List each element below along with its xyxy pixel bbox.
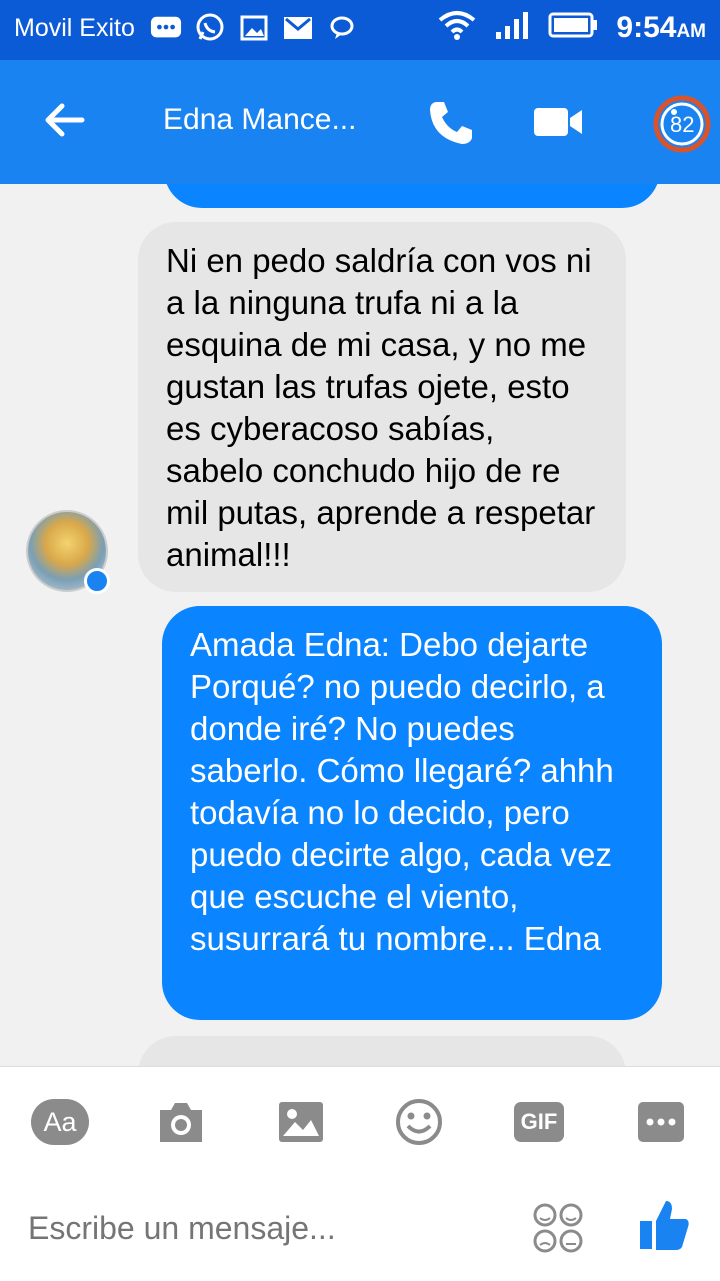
text-format-button[interactable]: Aa bbox=[30, 1097, 90, 1147]
composer-toolbar: Aa GIF bbox=[0, 1066, 720, 1281]
clock: 9:54AM bbox=[616, 11, 706, 45]
messenger-badge-icon bbox=[84, 568, 110, 594]
video-call-icon[interactable] bbox=[532, 100, 584, 144]
outgoing-message-bubble[interactable]: Amada Edna: Debo dejarte Porqué? no pued… bbox=[162, 606, 662, 1020]
gif-label: GIF bbox=[520, 1109, 558, 1134]
battery-icon bbox=[548, 12, 598, 43]
thumbs-up-icon[interactable] bbox=[636, 1197, 692, 1253]
text-format-label: Aa bbox=[43, 1106, 77, 1137]
status-bar: Movil Exito 9:54AM bbox=[0, 0, 720, 60]
message-input[interactable] bbox=[28, 1205, 508, 1251]
phone-call-icon[interactable] bbox=[426, 98, 476, 148]
message-text: Ni en pedo saldría con vos ni a la ningu… bbox=[166, 242, 596, 573]
conversation-header: Edna Mance... 82 bbox=[0, 60, 720, 184]
status-right: 9:54AM bbox=[438, 10, 706, 45]
outgoing-message-bubble-partial[interactable] bbox=[164, 184, 660, 208]
clock-time: 9:54 bbox=[616, 10, 677, 44]
gmail-icon bbox=[282, 12, 314, 44]
incoming-message-bubble-partial[interactable] bbox=[138, 1036, 626, 1066]
back-arrow-icon[interactable] bbox=[42, 98, 86, 142]
whatsapp-icon bbox=[194, 12, 226, 44]
carrier-name: Movil Exito bbox=[14, 14, 135, 42]
gif-button[interactable]: GIF bbox=[510, 1097, 568, 1147]
gallery-photo-icon[interactable] bbox=[272, 1097, 330, 1147]
emoji-icon[interactable] bbox=[390, 1097, 448, 1147]
incoming-message-bubble[interactable]: Ni en pedo saldría con vos ni a la ningu… bbox=[138, 222, 626, 592]
messages-icon bbox=[150, 12, 182, 44]
chat-bubble-icon bbox=[326, 12, 358, 44]
notification-count-badge: 82 bbox=[670, 112, 695, 137]
camera-icon[interactable] bbox=[152, 1097, 210, 1147]
more-options-icon[interactable] bbox=[632, 1097, 690, 1147]
contact-name[interactable]: Edna Mance... bbox=[163, 103, 356, 137]
signal-icon bbox=[494, 10, 530, 45]
message-list[interactable]: Ni en pedo saldría con vos ni a la ningu… bbox=[0, 184, 720, 1066]
sticker-icon[interactable] bbox=[532, 1202, 584, 1254]
wifi-icon bbox=[438, 10, 476, 45]
gallery-icon bbox=[238, 12, 270, 44]
info-icon[interactable]: 82 bbox=[646, 94, 716, 154]
message-text: Amada Edna: Debo dejarte Porqué? no pued… bbox=[190, 626, 614, 957]
notification-icons bbox=[150, 12, 358, 44]
clock-ampm: AM bbox=[676, 20, 706, 42]
